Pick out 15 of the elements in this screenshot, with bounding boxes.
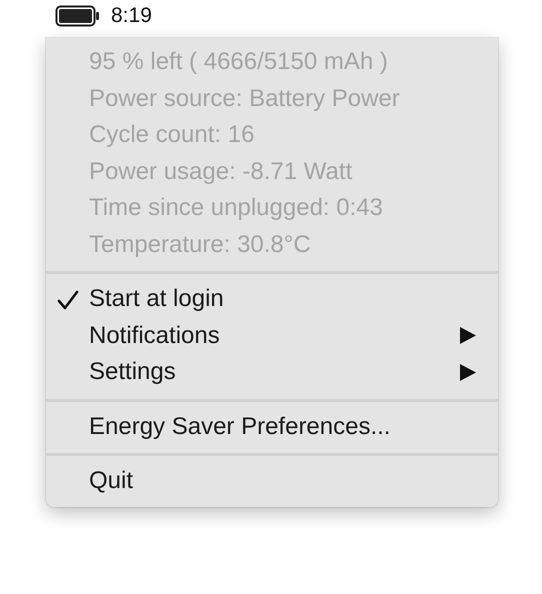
menu-item[interactable]: Energy Saver Preferences... xyxy=(46,408,498,445)
menu-item: Power source: Battery Power xyxy=(88,84,401,114)
menu-item[interactable]: Settings xyxy=(46,354,498,390)
clock-time[interactable]: 8:19 xyxy=(111,4,152,28)
menu-item[interactable]: Start at login xyxy=(46,281,498,318)
menu-item: Power usage: -8.71 Watt xyxy=(88,156,354,187)
menu-item: Temperature: 30.8°C xyxy=(88,230,312,260)
menu-item: Cycle count: 16 xyxy=(88,120,256,150)
menu-item[interactable]: Notifications xyxy=(46,318,498,354)
menu-item: Time since unplugged: 0:43 xyxy=(88,193,384,224)
submenu-arrow-icon xyxy=(460,364,476,381)
submenu-arrow-icon xyxy=(460,327,476,344)
menu-item[interactable]: Quit xyxy=(46,463,498,500)
battery-icon[interactable] xyxy=(55,5,101,27)
menu-item: 95 % left ( 4666/5150 mAh ) xyxy=(88,47,389,78)
